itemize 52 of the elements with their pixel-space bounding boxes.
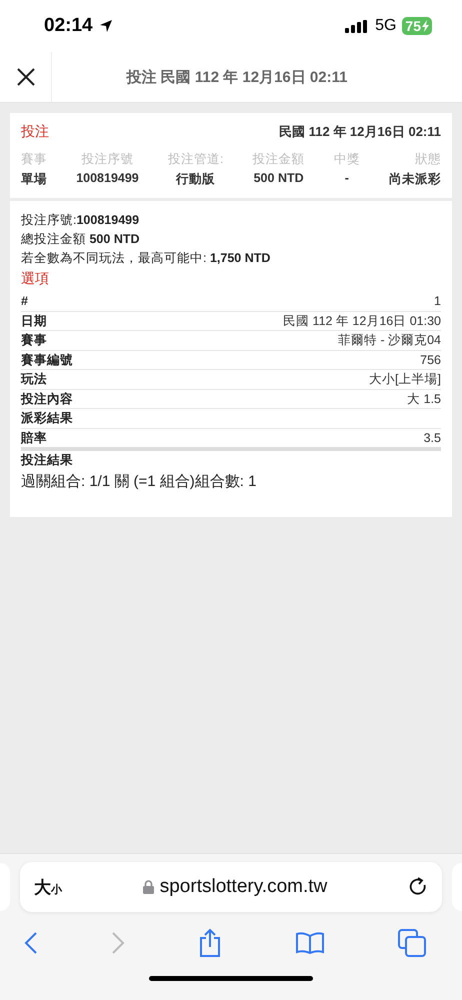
battery-level: 75 <box>402 17 432 35</box>
tabs-icon[interactable] <box>398 929 426 957</box>
column-label: 中獎 <box>334 151 360 168</box>
back-icon[interactable] <box>24 932 38 954</box>
row-value: 1 <box>434 293 441 310</box>
row-value: 大 1.5 <box>407 390 441 408</box>
row-value: 菲爾特 - 沙爾克04 <box>338 332 441 349</box>
column-value: - <box>344 171 349 185</box>
row-label: 賽事 <box>21 332 47 349</box>
column-value: 尚未派彩 <box>389 171 441 188</box>
bet-datetime: 民國 112 年 12月16日 02:11 <box>279 123 441 141</box>
column-value: 100819499 <box>76 171 139 185</box>
share-icon[interactable] <box>198 928 222 958</box>
row-label: # <box>21 293 28 310</box>
charging-bolt-icon <box>422 20 429 32</box>
column-label: 投注序號 <box>81 151 134 168</box>
status-time: 02:14 <box>44 15 93 37</box>
page-title: 投注 民國 112 年 12月16日 02:11 <box>125 68 348 86</box>
network-label: 5G <box>375 17 396 35</box>
location-arrow-icon <box>98 19 113 33</box>
column-label: 投注金額 <box>252 151 305 168</box>
address-bar[interactable]: 大小 sportslottery.com.tw <box>20 862 442 912</box>
result-label: 投注結果 <box>21 452 74 469</box>
bookmarks-icon[interactable] <box>295 931 325 955</box>
signal-icon <box>345 20 368 32</box>
column-label: 投注管道: <box>168 151 224 168</box>
detail-line: 投注序號:100819499 <box>21 212 140 229</box>
column-label: 賽事 <box>21 151 47 168</box>
row-label: 投注內容 <box>21 390 73 408</box>
column-value: 行動版 <box>176 171 216 188</box>
column-value: 500 NTD <box>254 171 304 185</box>
row-label: 賠率 <box>21 430 47 446</box>
card-title: 投注 <box>21 123 49 141</box>
row-label: 日期 <box>21 312 47 330</box>
column-value: 單場 <box>21 171 47 188</box>
row-value: 3.5 <box>424 430 441 446</box>
lock-icon <box>142 880 154 894</box>
row-label: 派彩結果 <box>21 410 73 427</box>
detail-line: 總投注金額 500 NTD <box>21 231 141 248</box>
detail-line: 若全數為不同玩法，最高可能中: 1,750 NTD <box>21 250 272 267</box>
url-text: sportslottery.com.tw <box>160 876 328 898</box>
text-size-button[interactable]: 大小 <box>34 876 62 898</box>
row-value: 756 <box>420 352 441 368</box>
close-icon <box>16 68 34 86</box>
row-label: 玩法 <box>21 371 47 388</box>
row-label: 賽事編號 <box>21 352 73 368</box>
reload-icon[interactable] <box>408 877 428 897</box>
row-value: 大小[上半場] <box>369 371 441 388</box>
row-value: 民國 112 年 12月16日 01:30 <box>283 312 441 330</box>
column-label: 狀態 <box>415 151 441 168</box>
section-title: 選項 <box>21 270 50 288</box>
combination-text: 過關組合: 1/1 關 (=1 組合)組合數: 1 <box>21 472 258 491</box>
